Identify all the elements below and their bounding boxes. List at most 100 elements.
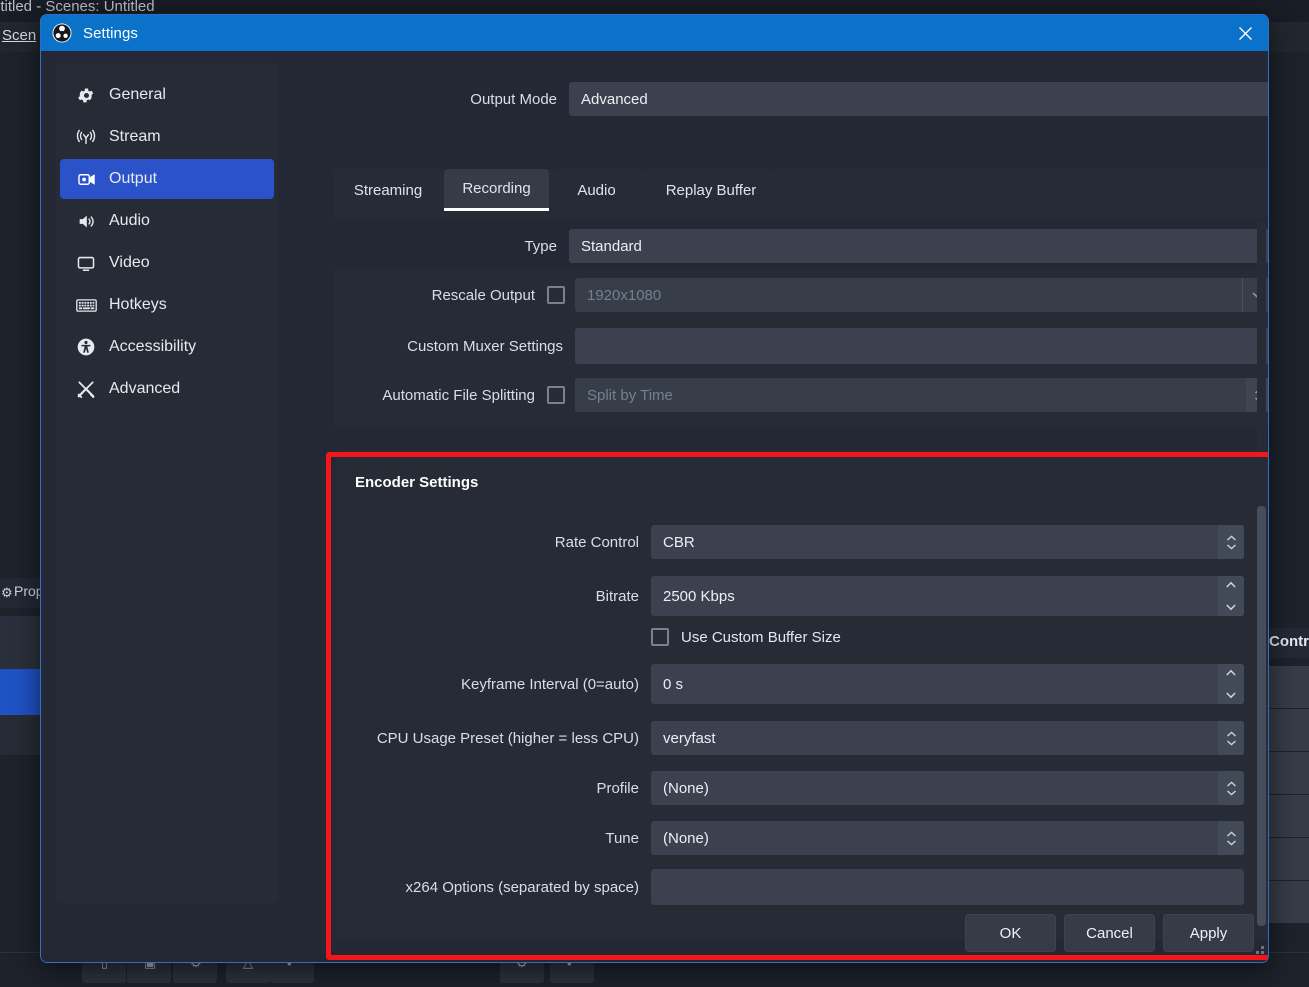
tune-value: (None)	[663, 829, 709, 847]
sidebar-item-stream[interactable]: Stream	[60, 117, 274, 157]
settings-content: Output Mode Advanced Streaming Recording…	[289, 51, 1268, 962]
sidebar-item-label: Hotkeys	[109, 296, 167, 313]
accessibility-icon	[75, 336, 97, 358]
sidebar-item-accessibility[interactable]: Accessibility	[60, 327, 274, 367]
rate-control-label: Rate Control	[554, 533, 639, 551]
keyframe-interval-label: Keyframe Interval (0=auto)	[460, 675, 639, 693]
rescale-output-select[interactable]: 1920x1080	[575, 278, 1268, 312]
x264-options-label: x264 Options (separated by space)	[405, 878, 639, 896]
custom-muxer-input[interactable]	[575, 328, 1268, 364]
encoder-settings-panel: Encoder Settings Rate Control CBR Bitrat…	[336, 450, 1268, 940]
chevron-updown-icon[interactable]	[1218, 525, 1244, 559]
cpu-usage-preset-row: CPU Usage Preset (higher = less CPU) ver…	[336, 721, 1244, 755]
recording-type-row: Type Standard	[347, 229, 1268, 263]
output-mode-value: Advanced	[581, 90, 648, 108]
sidebar-item-label: Advanced	[109, 380, 181, 397]
settings-dialog: Settings General Stream Output Audio Vid…	[40, 14, 1269, 963]
cpu-usage-preset-select[interactable]: veryfast	[651, 721, 1244, 755]
tab-content-top-edge	[333, 211, 1268, 219]
left-dock-panel	[0, 52, 40, 987]
rate-control-row: Rate Control CBR	[336, 525, 1244, 559]
sidebar-item-label: Stream	[109, 128, 161, 145]
tune-row: Tune (None)	[336, 821, 1244, 855]
sidebar-item-label: Output	[109, 170, 158, 187]
dialog-titlebar: Settings	[41, 15, 1268, 51]
tab-recording[interactable]: Recording	[444, 169, 549, 211]
monitor-icon	[75, 252, 97, 274]
cpu-usage-preset-label: CPU Usage Preset (higher = less CPU)	[376, 729, 639, 747]
rate-control-select[interactable]: CBR	[651, 525, 1244, 559]
auto-file-splitting-row: Automatic File Splitting Split by Time	[347, 378, 1268, 412]
chevron-updown-icon[interactable]	[1218, 771, 1244, 805]
menu-scene-label: Scen	[2, 27, 37, 44]
obs-logo-icon	[52, 23, 72, 43]
content-scrollbar-thumb[interactable]	[1257, 506, 1266, 926]
auto-file-splitting-select[interactable]: Split by Time	[575, 378, 1268, 412]
x264-options-input[interactable]	[651, 869, 1244, 905]
gear-icon: ⚙	[1, 585, 13, 600]
sidebar-item-general[interactable]: General	[60, 75, 274, 115]
ok-button[interactable]: OK	[965, 914, 1056, 952]
source-list-row[interactable]	[0, 616, 40, 669]
tune-select[interactable]: (None)	[651, 821, 1244, 855]
x264-options-row: x264 Options (separated by space)	[336, 869, 1244, 905]
sidebar-item-output[interactable]: Output	[60, 159, 274, 199]
bitrate-row: Bitrate 2500 Kbps	[336, 576, 1244, 616]
resize-grip[interactable]	[1250, 945, 1264, 959]
auto-file-splitting-value: Split by Time	[587, 386, 673, 404]
use-custom-buffer-size-label: Use Custom Buffer Size	[681, 628, 841, 646]
profile-label: Profile	[596, 779, 639, 797]
use-custom-buffer-size-checkbox[interactable]	[651, 628, 669, 646]
rescale-output-checkbox[interactable]	[547, 286, 565, 304]
speaker-icon	[75, 210, 97, 232]
recording-type-select[interactable]: Standard	[569, 229, 1268, 263]
cancel-button[interactable]: Cancel	[1064, 914, 1155, 952]
tab-label: Replay Buffer	[665, 181, 757, 199]
output-mode-select[interactable]: Advanced	[569, 82, 1268, 116]
bitrate-spinbox[interactable]: 2500 Kbps	[651, 576, 1244, 616]
sidebar-item-hotkeys[interactable]: Hotkeys	[60, 285, 274, 325]
spinner-updown-icon[interactable]	[1218, 664, 1244, 704]
bitrate-value: 2500 Kbps	[663, 587, 735, 605]
close-icon[interactable]	[1222, 15, 1268, 51]
use-custom-buffer-size-row: Use Custom Buffer Size	[336, 628, 1244, 646]
sidebar-item-audio[interactable]: Audio	[60, 201, 274, 241]
spinner-updown-icon[interactable]	[1218, 576, 1244, 616]
gear-icon	[75, 84, 97, 106]
keyframe-interval-row: Keyframe Interval (0=auto) 0 s	[336, 664, 1244, 704]
tune-label: Tune	[605, 829, 639, 847]
custom-muxer-label: Custom Muxer Settings	[407, 337, 563, 355]
auto-file-splitting-checkbox[interactable]	[547, 386, 565, 404]
profile-select[interactable]: (None)	[651, 771, 1244, 805]
chevron-updown-icon[interactable]	[1218, 721, 1244, 755]
tab-label: Recording	[462, 180, 531, 197]
keyboard-icon	[75, 294, 97, 316]
tab-replay-buffer[interactable]: Replay Buffer	[644, 169, 778, 211]
output-mode-row: Output Mode Advanced	[347, 82, 1268, 116]
chevron-updown-icon[interactable]	[1218, 821, 1244, 855]
output-tabbar: Streaming Recording Audio Replay Buffer	[333, 169, 1268, 211]
sidebar-item-label: General	[109, 86, 166, 103]
apply-button[interactable]: Apply	[1163, 914, 1254, 952]
source-list-row-selected[interactable]	[0, 669, 40, 715]
profile-row: Profile (None)	[336, 771, 1244, 805]
sidebar-item-label: Audio	[109, 212, 150, 229]
menu-scene[interactable]: Scen	[2, 27, 36, 44]
keyframe-interval-spinbox[interactable]: 0 s	[651, 664, 1244, 704]
source-list-row[interactable]	[0, 715, 40, 755]
rescale-output-row: Rescale Output 1920x1080	[347, 278, 1268, 312]
cpu-usage-preset-value: veryfast	[663, 729, 716, 747]
tab-label: Audio	[577, 181, 616, 199]
sidebar-item-video[interactable]: Video	[60, 243, 274, 283]
sidebar-item-label: Accessibility	[109, 338, 197, 355]
tab-streaming[interactable]: Streaming	[333, 169, 443, 211]
dialog-footer: OK Cancel Apply	[965, 914, 1254, 952]
camera-icon	[75, 168, 97, 190]
tab-audio[interactable]: Audio	[550, 169, 643, 211]
rescale-output-label: Rescale Output	[431, 286, 535, 304]
sidebar-item-label: Video	[109, 254, 150, 271]
encoder-settings-title: Encoder Settings	[355, 474, 479, 491]
controls-dock-label: Contr	[1269, 633, 1309, 650]
tab-label: Streaming	[353, 181, 423, 199]
sidebar-item-advanced[interactable]: Advanced	[60, 369, 274, 409]
